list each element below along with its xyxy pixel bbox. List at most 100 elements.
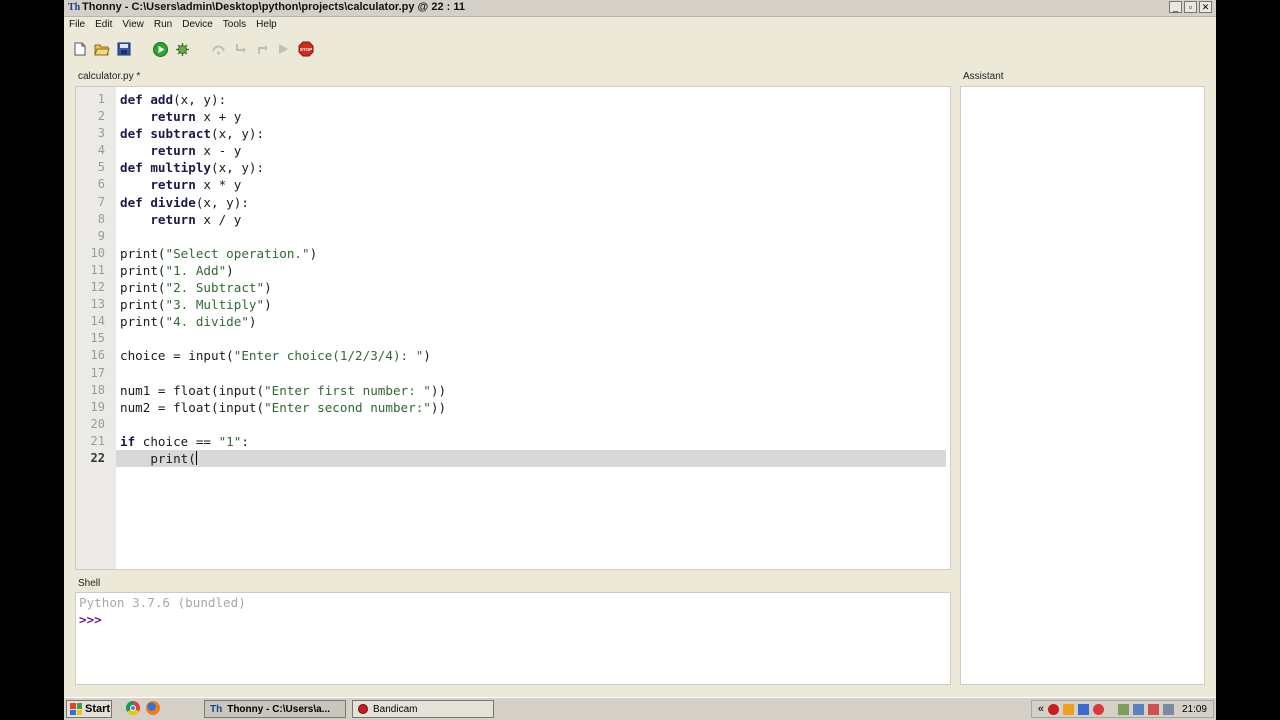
menu-view[interactable]: View: [117, 17, 149, 34]
safely-remove-icon[interactable]: [1117, 703, 1129, 715]
thonny-app-icon: Th: [68, 2, 81, 13]
current-code-line: 22 print(: [76, 449, 950, 467]
line-number: 8: [97, 211, 105, 226]
maximize-button[interactable]: ▫: [1184, 1, 1197, 13]
code-line: 14 print("4. divide"): [76, 313, 950, 330]
editor-tab-calculator[interactable]: calculator.py *: [78, 71, 140, 82]
video-icon[interactable]: [1077, 703, 1089, 715]
assistant-label: Assistant: [963, 71, 1004, 82]
save-icon: [117, 42, 131, 56]
text-cursor: [195, 450, 197, 465]
stop-button[interactable]: STOP: [298, 41, 314, 57]
menu-tools[interactable]: Tools: [218, 17, 251, 34]
step-into-button[interactable]: [232, 41, 248, 57]
debug-icon: [175, 42, 189, 56]
code-line: 11 print("1. Add"): [76, 262, 950, 279]
line-number: 14: [90, 314, 105, 329]
taskbar-item-thonny[interactable]: Th Thonny - C:\Users\a...: [204, 700, 346, 718]
code-line: 7 def divide(x, y):: [76, 194, 950, 211]
network-icon[interactable]: [1132, 703, 1144, 715]
svg-text:STOP: STOP: [300, 47, 312, 52]
code-line: 13 print("3. Multiply"): [76, 296, 950, 313]
firefox-icon[interactable]: [146, 701, 160, 715]
chrome-icon[interactable]: [126, 701, 140, 715]
menu-run[interactable]: Run: [149, 17, 177, 34]
code-editor[interactable]: 1 def add(x, y): 2 return x + y 3 def subt…: [75, 86, 951, 570]
start-button[interactable]: Start: [66, 700, 112, 718]
line-number: 19: [90, 399, 105, 414]
paint-icon[interactable]: [1062, 703, 1074, 715]
step-over-icon: [211, 45, 225, 55]
resume-button[interactable]: [276, 41, 292, 57]
line-number: 2: [97, 109, 105, 124]
line-number: 20: [90, 416, 105, 431]
taskbar-item-label: Bandicam: [373, 703, 418, 715]
security-icon[interactable]: [1147, 703, 1159, 715]
stop-icon: STOP: [298, 41, 314, 57]
line-number: 5: [97, 160, 105, 175]
line-number: 10: [90, 245, 105, 260]
line-number: 4: [97, 143, 105, 158]
close-button[interactable]: ✕: [1199, 1, 1212, 13]
minimize-button[interactable]: _: [1169, 1, 1182, 13]
resume-icon: [278, 44, 288, 54]
open-file-button[interactable]: [94, 41, 110, 57]
step-into-icon: [235, 44, 246, 53]
window-controls: _ ▫ ✕: [1169, 1, 1212, 13]
code-line: 20: [76, 416, 950, 433]
line-number: 1: [97, 92, 105, 106]
code-area[interactable]: 1 def add(x, y): 2 return x + y 3 def subt…: [76, 91, 950, 467]
step-out-icon: [257, 45, 268, 54]
save-button[interactable]: [116, 41, 132, 57]
taskbar: Start Th Thonny - C:\Users\a... Bandicam…: [64, 697, 1216, 720]
code-line: 18 num1 = float(input("Enter first number…: [76, 382, 950, 399]
code-line: 1 def add(x, y):: [76, 91, 950, 108]
line-number: 15: [90, 331, 105, 346]
line-number: 7: [97, 194, 105, 209]
menu-edit[interactable]: Edit: [90, 17, 117, 34]
code-line: 17: [76, 365, 950, 382]
shell-panel[interactable]: Python 3.7.6 (bundled) >>>: [75, 592, 951, 685]
system-tray: « 21:09: [1030, 700, 1214, 718]
menu-device[interactable]: Device: [177, 17, 218, 34]
line-number: 9: [97, 228, 105, 243]
taskbar-item-label: Thonny - C:\Users\a...: [227, 703, 331, 715]
code-line: 21 if choice == "1":: [76, 433, 950, 450]
menu-file[interactable]: File: [64, 17, 90, 34]
windows-logo-icon: [70, 703, 82, 715]
assistant-panel[interactable]: [960, 86, 1205, 685]
run-button[interactable]: [152, 41, 168, 57]
line-number: 11: [90, 262, 105, 277]
debug-button[interactable]: [174, 41, 190, 57]
shell-banner: Python 3.7.6 (bundled): [79, 595, 246, 610]
line-number: 12: [90, 280, 105, 295]
step-out-button[interactable]: [254, 41, 270, 57]
code-line: 10 print("Select operation."): [76, 245, 950, 262]
step-over-button[interactable]: [210, 41, 226, 57]
toolbar: STOP: [72, 38, 314, 60]
code-line: 9: [76, 228, 950, 245]
volume-icon[interactable]: [1162, 703, 1174, 715]
code-line: 4 return x - y: [76, 142, 950, 159]
line-number: 18: [90, 382, 105, 397]
tray-expand-chevron[interactable]: «: [1038, 703, 1044, 715]
code-line: 8 return x / y: [76, 211, 950, 228]
line-number: 21: [90, 433, 105, 448]
title-bar[interactable]: Th Thonny - C:\Users\admin\Desktop\pytho…: [64, 0, 1216, 17]
run-icon: [152, 41, 168, 57]
menu-help[interactable]: Help: [251, 17, 282, 34]
window-title: Thonny - C:\Users\admin\Desktop\python\p…: [82, 1, 465, 13]
new-file-button[interactable]: [72, 41, 88, 57]
taskbar-item-bandicam[interactable]: Bandicam: [352, 700, 494, 718]
code-line: 19 num2 = float(input("Enter second numbe…: [76, 399, 950, 416]
taskbar-clock: 21:09: [1181, 703, 1207, 715]
line-number: 16: [90, 348, 105, 363]
code-line: 12 print("2. Subtract"): [76, 279, 950, 296]
line-number: 13: [90, 297, 105, 312]
thonny-icon: Th: [210, 703, 223, 715]
screen: Th Thonny - C:\Users\admin\Desktop\pytho…: [64, 0, 1216, 720]
cancel-icon[interactable]: [1092, 703, 1104, 715]
menu-bar: File Edit View Run Device Tools Help: [64, 17, 1216, 34]
record-icon[interactable]: [1047, 703, 1059, 715]
line-number: 17: [90, 365, 105, 380]
